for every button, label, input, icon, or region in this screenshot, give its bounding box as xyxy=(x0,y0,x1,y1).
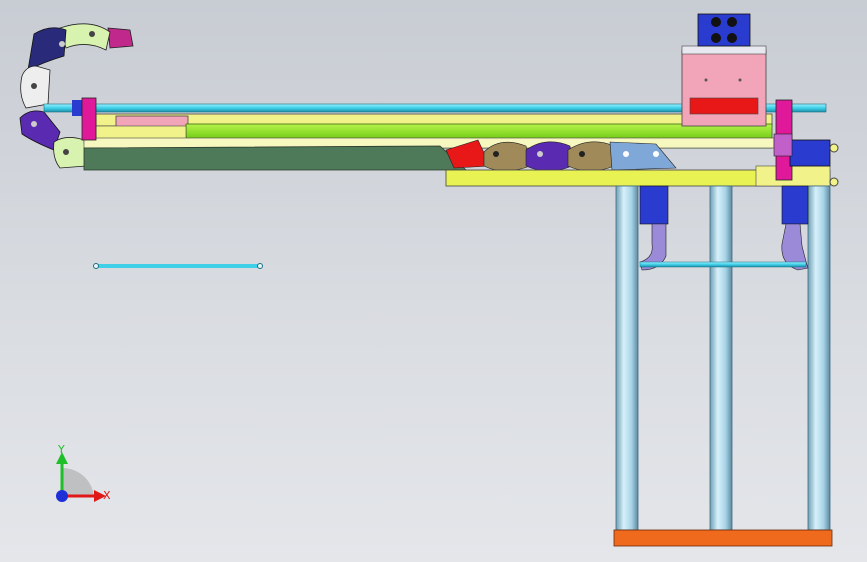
chain-link xyxy=(567,141,615,172)
z-axis-dot xyxy=(56,490,68,502)
gripper-cylinder-left[interactable] xyxy=(639,185,669,225)
rod-end xyxy=(93,263,99,269)
chain-pin xyxy=(31,83,37,89)
coordinate-triad: Y X xyxy=(56,443,111,502)
cad-model-scene[interactable]: Y X xyxy=(0,0,867,562)
chain-pin xyxy=(623,151,629,157)
vertical-column-left[interactable] xyxy=(615,185,639,531)
bolt-icon xyxy=(727,17,737,27)
chain-link xyxy=(59,23,111,51)
chain-pin xyxy=(653,151,659,157)
chain-pin xyxy=(59,41,65,47)
chain-cover[interactable] xyxy=(83,145,468,171)
tie-rod xyxy=(639,261,807,268)
bolt-icon xyxy=(711,17,721,27)
shaft-end-block xyxy=(72,100,82,116)
gripper-cylinder-right[interactable] xyxy=(781,185,809,225)
chain-pin xyxy=(63,149,69,155)
nut-icon xyxy=(829,177,839,187)
chain-link xyxy=(53,137,87,169)
cylinder-block xyxy=(789,139,831,167)
chain-link xyxy=(483,141,531,172)
motor-housing[interactable] xyxy=(681,49,767,127)
fitting xyxy=(773,133,793,157)
screw-hole xyxy=(738,78,742,82)
chain-pin xyxy=(31,121,37,127)
motor-coupling-block xyxy=(697,13,751,47)
carriage-end-plate xyxy=(755,165,831,187)
motor-top-cap xyxy=(681,45,767,55)
x-axis-label: X xyxy=(103,489,111,502)
vertical-column-right[interactable] xyxy=(807,185,831,531)
chain-end-bracket xyxy=(107,27,134,49)
chain-link xyxy=(525,141,573,172)
chain-pin xyxy=(89,31,95,37)
y-axis-label: Y xyxy=(57,443,65,456)
vertical-column-middle[interactable] xyxy=(709,185,733,531)
chain-pin xyxy=(579,151,585,157)
triad-arc xyxy=(62,467,94,496)
nut-icon xyxy=(829,143,839,153)
screw-hole xyxy=(704,78,708,82)
bolt-icon xyxy=(711,33,721,43)
chain-pin xyxy=(537,151,543,157)
base-plate[interactable] xyxy=(613,529,833,547)
cad-viewport[interactable]: Y X xyxy=(0,0,867,562)
chain-link xyxy=(27,27,67,71)
chain-pin xyxy=(493,151,499,157)
left-end-bracket xyxy=(81,97,97,141)
motor-red-band xyxy=(689,97,759,115)
rod-end xyxy=(257,263,263,269)
bolt-icon xyxy=(727,33,737,43)
